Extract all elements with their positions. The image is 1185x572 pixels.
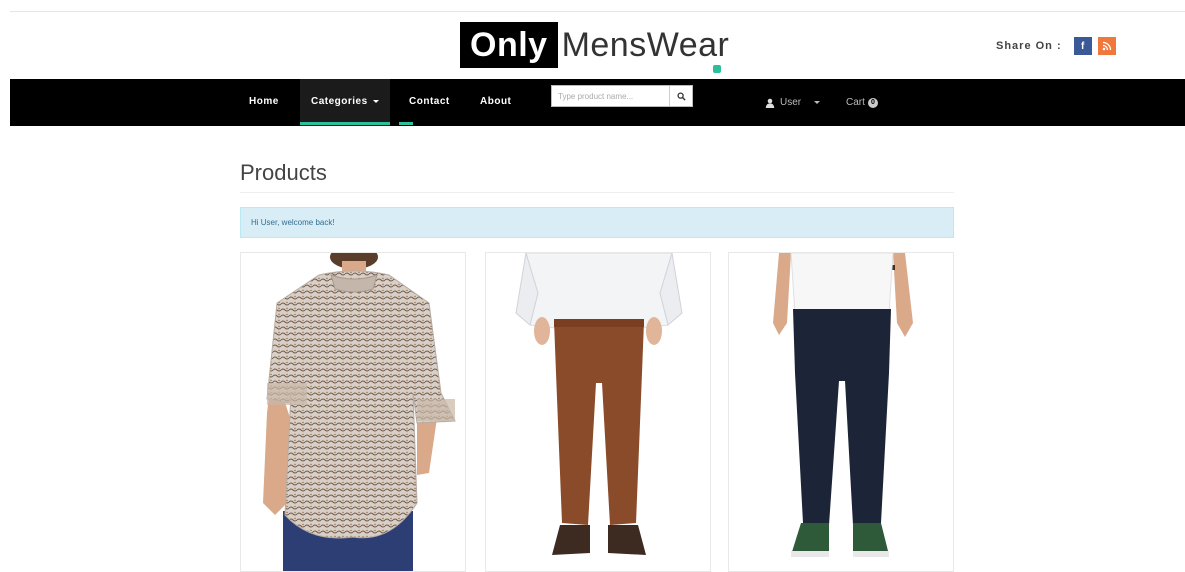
share-label: Share On :	[996, 40, 1062, 52]
facebook-icon[interactable]: f	[1073, 37, 1092, 55]
product-image[interactable]	[729, 253, 954, 572]
user-icon	[765, 98, 775, 108]
cart-count-badge: 0	[867, 97, 878, 108]
chevron-down-icon	[372, 99, 379, 103]
search-icon	[676, 91, 686, 101]
nav-about[interactable]: About	[480, 79, 511, 126]
logo-accent-dot	[713, 65, 721, 73]
site-logo[interactable]: Only MensWear	[460, 21, 729, 69]
product-card[interactable]	[728, 252, 954, 572]
welcome-alert: Hi User, welcome back!	[240, 207, 954, 238]
product-card[interactable]	[240, 252, 466, 572]
product-image[interactable]	[486, 253, 711, 572]
contact-hover-indicator	[399, 122, 413, 125]
logo-only-text: Only	[460, 22, 558, 68]
nav-categories-label: Categories	[311, 96, 368, 107]
nav-contact[interactable]: Contact	[409, 79, 450, 126]
search-button[interactable]	[669, 86, 692, 106]
categories-active-indicator	[300, 122, 390, 125]
page-title: Products	[240, 160, 327, 185]
product-image[interactable]	[241, 253, 466, 572]
cart-link[interactable]: Cart 0	[846, 79, 878, 126]
chevron-down-icon	[814, 101, 821, 104]
rss-icon[interactable]	[1097, 37, 1116, 55]
product-card[interactable]	[485, 252, 711, 572]
nav-categories[interactable]: Categories	[300, 79, 390, 126]
title-divider	[240, 192, 954, 193]
user-label: User	[780, 96, 802, 108]
share-bar: Share On : f	[996, 37, 1116, 55]
user-menu[interactable]: User	[765, 79, 821, 126]
nav-home[interactable]: Home	[249, 79, 279, 126]
search-input[interactable]	[552, 86, 669, 106]
logo-menswear-text: MensWear	[561, 26, 730, 64]
top-divider	[10, 11, 1185, 12]
product-search	[551, 85, 693, 107]
cart-label: Cart	[846, 97, 865, 108]
